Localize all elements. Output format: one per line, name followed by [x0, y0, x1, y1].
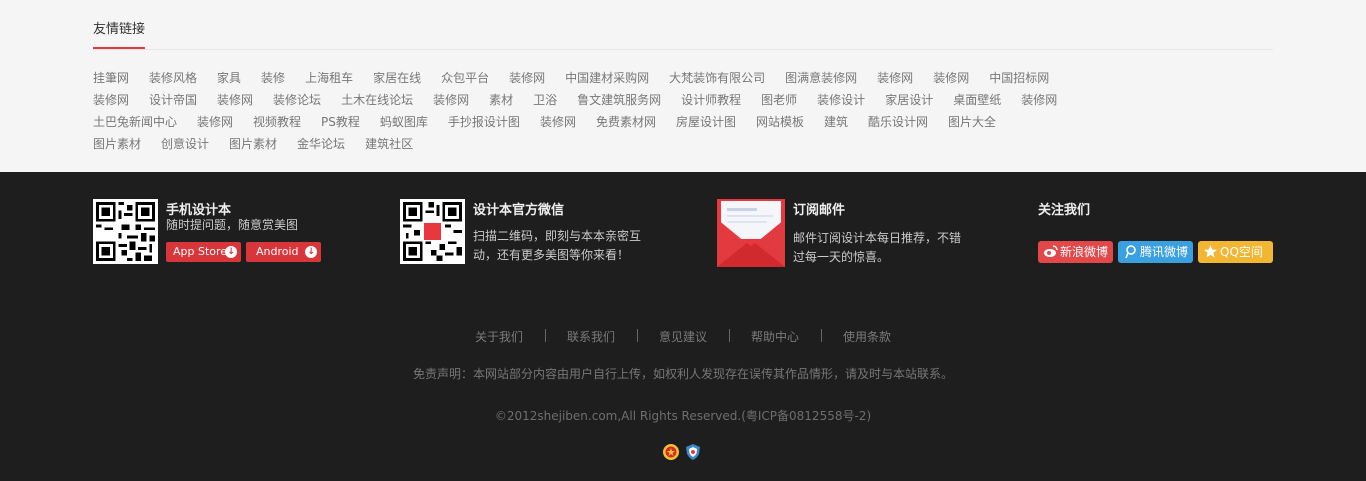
friend-link[interactable]: 鲁文建筑服务网 — [577, 89, 661, 111]
android-button[interactable]: Android ↓ — [246, 242, 321, 262]
friend-link[interactable]: 装修网 — [197, 111, 233, 133]
disclaimer-text: 免责声明：本网站部分内容由用户自行上传，如权利人发现存在误传其作品情形，请及时与… — [412, 367, 953, 381]
divider — [93, 49, 1273, 50]
friend-link[interactable]: 装修设计 — [817, 89, 865, 111]
friend-link[interactable]: 装修网 — [540, 111, 576, 133]
friend-link[interactable]: 装修风格 — [149, 67, 197, 89]
friend-link[interactable]: 装修论坛 — [273, 89, 321, 111]
footer-link-contact[interactable]: 联系我们 — [544, 328, 637, 345]
security-shield-icon[interactable] — [684, 443, 702, 461]
friend-link[interactable]: 中国建材采购网 — [565, 67, 649, 89]
friend-link[interactable]: 金华论坛 — [297, 133, 345, 155]
friend-links-list: 挂筆网 装修风格 家具 装修 上海租车 家居在线 众包平台 装修网 中国建材采购网 大梵装饰有限公… — [93, 67, 1283, 155]
download-icon: ↓ — [305, 246, 317, 258]
friend-link[interactable]: 装修网 — [509, 67, 545, 89]
friend-link[interactable]: 设计师教程 — [681, 89, 741, 111]
tencent-weibo-label: 腾讯微博 — [1140, 245, 1189, 259]
friend-link[interactable]: 蚂蚁图库 — [380, 111, 428, 133]
friend-link[interactable]: 挂筆网 — [93, 67, 129, 89]
wechat-qr-code — [400, 199, 465, 264]
friend-link[interactable]: 图老师 — [761, 89, 797, 111]
download-icon: ↓ — [225, 246, 237, 258]
envelope-icon[interactable] — [717, 199, 785, 267]
friend-link[interactable]: 图满意装修网 — [785, 67, 857, 89]
sina-weibo-button[interactable]: 新浪微博 — [1038, 241, 1113, 263]
mobile-desc: 随时提问题，随意赏美图 — [166, 218, 299, 232]
qzone-button[interactable]: QQ空间 — [1198, 241, 1273, 263]
footer-link-about[interactable]: 关于我们 — [453, 328, 545, 345]
friend-link[interactable]: 桌面壁纸 — [953, 89, 1001, 111]
friend-link[interactable]: 建筑社区 — [365, 133, 413, 155]
friend-links-section: 友情链接 挂筆网 装修风格 家具 装修 上海租车 家居在线 众包平台 装修网 中国建材采购网 大梵… — [0, 0, 1366, 172]
footer-link-feedback[interactable]: 意见建议 — [636, 328, 729, 345]
friend-link[interactable]: 装修网 — [933, 67, 969, 89]
friend-link[interactable]: PS教程 — [321, 111, 360, 133]
friend-link[interactable]: 网站模板 — [756, 111, 804, 133]
wechat-title: 设计本官方微信 — [473, 203, 565, 218]
tencent-weibo-icon — [1123, 244, 1138, 259]
app-qr-code — [93, 199, 158, 264]
friend-link[interactable]: 创意设计 — [161, 133, 209, 155]
email-desc-line1: 邮件订阅设计本每日推荐，不错 — [793, 231, 962, 245]
app-store-button[interactable]: App Store ↓ — [166, 242, 241, 262]
footer-link-terms[interactable]: 使用条款 — [821, 328, 913, 345]
friend-link[interactable]: 家具 — [217, 67, 241, 89]
friend-links-row: 土巴兔新闻中心 装修网 视频教程 PS教程 蚂蚁图库 手抄报设计图 装修网 免费素材网 房屋设计… — [93, 111, 1283, 133]
friend-link[interactable]: 装修网 — [433, 89, 469, 111]
friend-link[interactable]: 视频教程 — [253, 111, 301, 133]
friend-link[interactable]: 中国招标网 — [989, 67, 1049, 89]
qzone-label: QQ空间 — [1220, 245, 1263, 259]
site-footer: 手机设计本 随时提问题，随意赏美图 App Store ↓ Android ↓ … — [0, 172, 1366, 481]
friend-links-row: 挂筆网 装修风格 家具 装修 上海租车 家居在线 众包平台 装修网 中国建材采购网 大梵装饰有限公… — [93, 67, 1283, 89]
wechat-logo-icon — [424, 223, 441, 240]
friend-link[interactable]: 装修网 — [877, 67, 913, 89]
friend-link[interactable]: 免费素材网 — [596, 111, 656, 133]
friend-link[interactable]: 家居在线 — [373, 67, 421, 89]
friend-link[interactable]: 土木在线论坛 — [341, 89, 413, 111]
friend-link[interactable]: 建筑 — [824, 111, 848, 133]
sina-weibo-label: 新浪微博 — [1060, 245, 1109, 259]
friend-link[interactable]: 手抄报设计图 — [448, 111, 520, 133]
email-title: 订阅邮件 — [793, 203, 846, 218]
email-desc-line2: 过每一天的惊喜。 — [793, 250, 890, 264]
wechat-desc-line2: 动，还有更多美图等你来看！ — [473, 248, 630, 262]
certification-badges — [662, 443, 704, 461]
friend-link[interactable]: 设计帝国 — [149, 89, 197, 111]
friend-link[interactable]: 上海租车 — [305, 67, 353, 89]
friend-link[interactable]: 素材 — [489, 89, 513, 111]
tencent-weibo-button[interactable]: 腾讯微博 — [1118, 241, 1193, 263]
copyright-text: ©2012shejiben.com,All Rights Reserved.(粤… — [494, 409, 872, 423]
friend-link[interactable]: 家居设计 — [885, 89, 933, 111]
app-store-label: App Store — [173, 245, 228, 258]
police-badge-icon[interactable] — [662, 443, 680, 461]
friend-links-title: 友情链接 — [93, 21, 146, 49]
friend-link[interactable]: 装修 — [261, 67, 285, 89]
friend-link[interactable]: 图片素材 — [229, 133, 277, 155]
friend-links-row: 图片素材 创意设计 图片素材 金华论坛 建筑社区 — [93, 133, 1283, 155]
friend-links-row: 装修网 设计帝国 装修网 装修论坛 土木在线论坛 装修网 素材 卫浴 鲁文建筑服务网 设计师教程图… — [93, 89, 1283, 111]
friend-link[interactable]: 卫浴 — [533, 89, 557, 111]
friend-link[interactable]: 图片素材 — [93, 133, 141, 155]
friend-link[interactable]: 图片大全 — [948, 111, 996, 133]
qr-code-icon — [96, 202, 155, 261]
weibo-icon — [1043, 244, 1058, 259]
friend-link[interactable]: 酷乐设计网 — [868, 111, 928, 133]
android-label: Android — [256, 245, 299, 258]
friend-link[interactable]: 装修网 — [93, 89, 129, 111]
footer-link-help[interactable]: 帮助中心 — [729, 328, 821, 345]
wechat-desc-line1: 扫描二维码，即刻与本本亲密互 — [473, 229, 642, 243]
friend-link[interactable]: 装修网 — [1021, 89, 1057, 111]
star-icon — [1203, 244, 1218, 259]
footer-nav: 关于我们 联系我们 意见建议 帮助中心 使用条款 — [0, 328, 1366, 345]
friend-link[interactable]: 房屋设计图 — [676, 111, 736, 133]
friend-link[interactable]: 大梵装饰有限公司 — [669, 67, 765, 89]
friend-link[interactable]: 装修网 — [217, 89, 253, 111]
follow-title: 关注我们 — [1038, 203, 1091, 218]
friend-link[interactable]: 众包平台 — [441, 67, 489, 89]
friend-link[interactable]: 土巴兔新闻中心 — [93, 111, 177, 133]
